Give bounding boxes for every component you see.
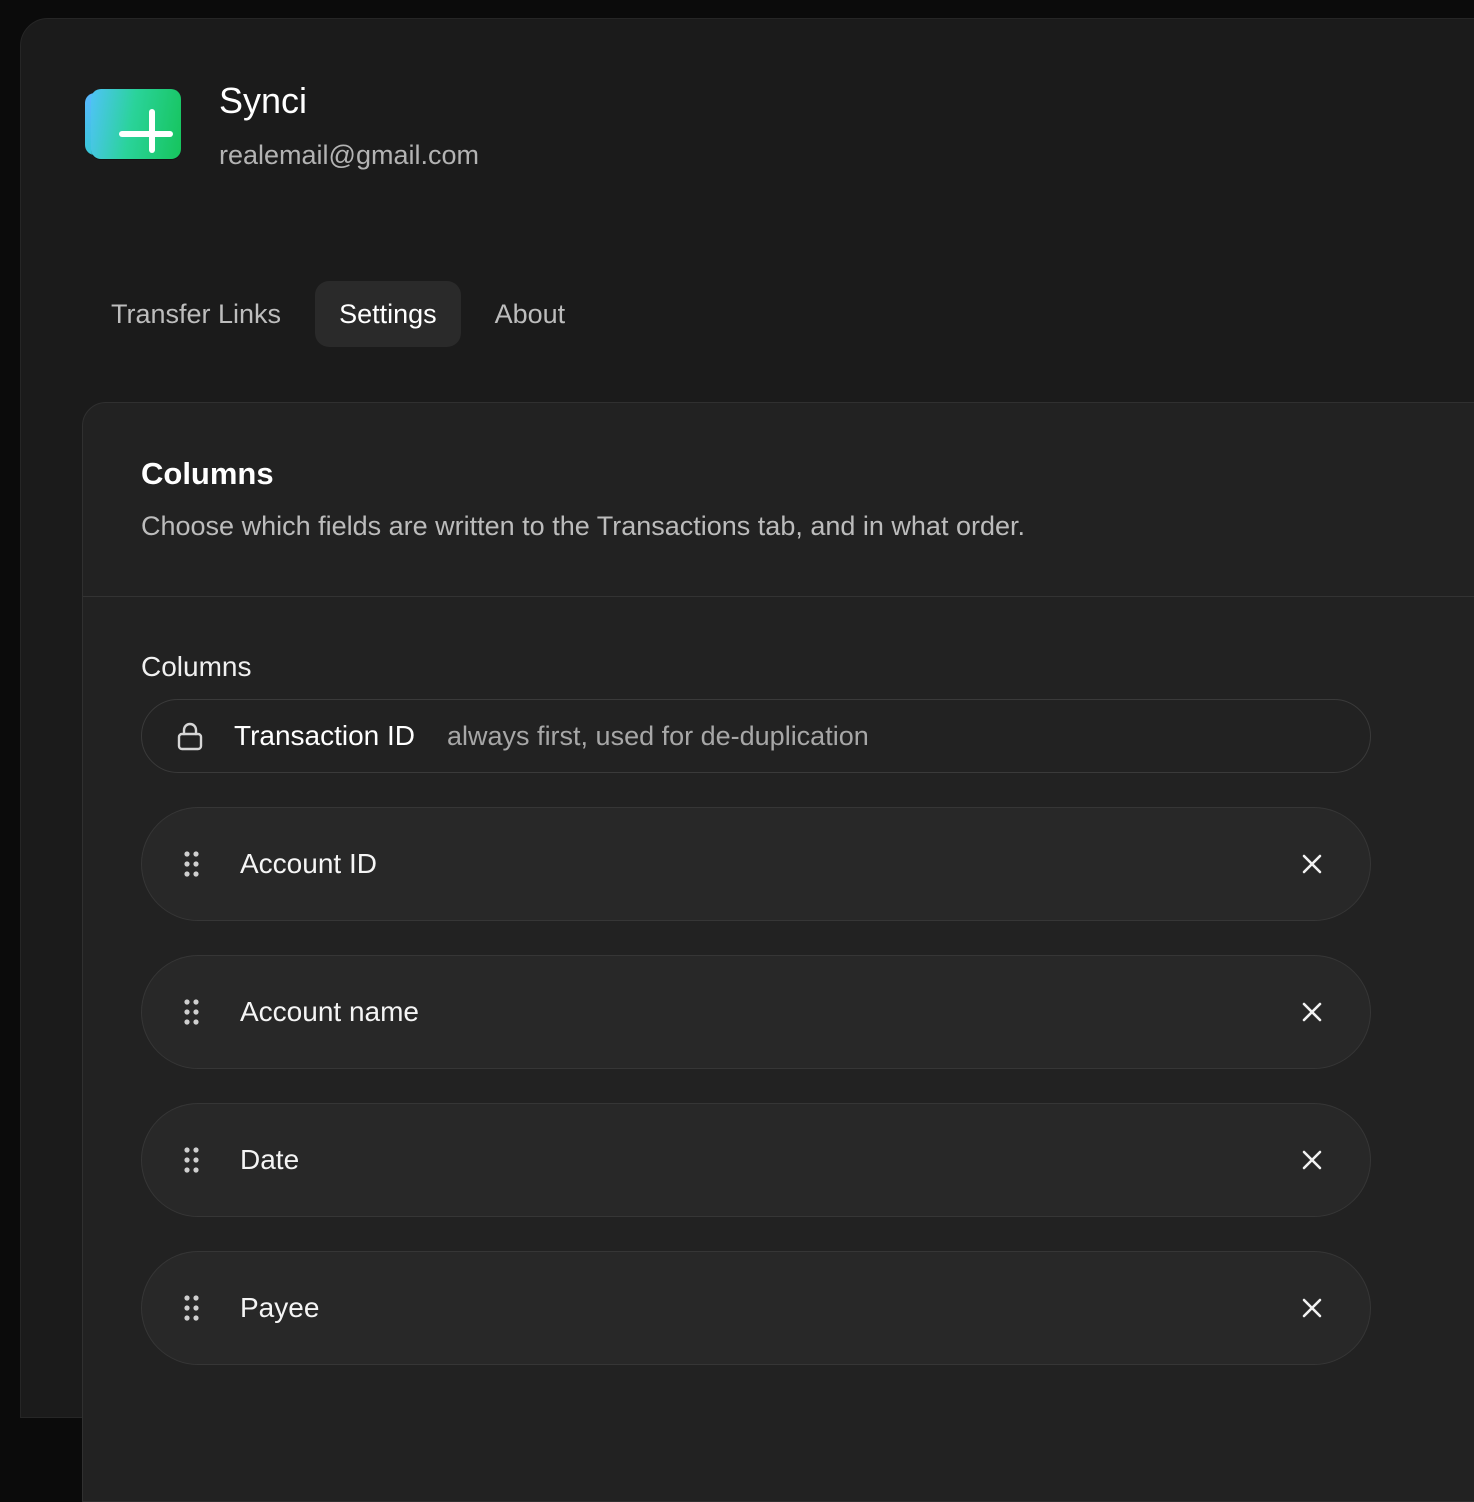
remove-column-button[interactable] — [1296, 996, 1328, 1028]
close-icon — [1302, 1002, 1322, 1022]
remove-column-button[interactable] — [1296, 848, 1328, 880]
close-icon — [1302, 854, 1322, 874]
app-header: Synci realemail@gmail.com — [85, 81, 479, 171]
remove-column-button[interactable] — [1296, 1144, 1328, 1176]
close-icon — [1302, 1150, 1322, 1170]
locked-column-note: always first, used for de-duplication — [447, 720, 869, 751]
locked-column-label: Transaction ID — [234, 720, 416, 751]
close-icon — [1302, 1298, 1322, 1318]
columns-section-label: Columns — [141, 651, 252, 682]
column-row-payee[interactable]: Payee — [141, 1251, 1371, 1365]
drag-handle-icon[interactable] — [182, 1294, 202, 1322]
app-meta: Synci realemail@gmail.com — [219, 81, 479, 171]
panel-title: Columns — [141, 456, 274, 491]
card-plus-logo-icon — [85, 89, 183, 161]
column-row-account-id[interactable]: Account ID — [141, 807, 1371, 921]
column-label: Account name — [240, 996, 419, 1027]
column-row-date[interactable]: Date — [141, 1103, 1371, 1217]
panel-header: Columns Choose which fields are written … — [83, 403, 1474, 597]
drag-handle-icon[interactable] — [182, 998, 202, 1026]
tab-settings[interactable]: Settings — [315, 281, 461, 347]
panel-description: Choose which fields are written to the T… — [141, 511, 1025, 541]
tab-about[interactable]: About — [471, 281, 590, 347]
columns-settings-panel: Columns Choose which fields are written … — [82, 402, 1474, 1502]
app-name: Synci — [219, 80, 308, 121]
account-email: realemail@gmail.com — [219, 140, 479, 170]
column-label: Date — [240, 1144, 300, 1175]
drag-handle-icon[interactable] — [182, 850, 202, 878]
lock-icon — [176, 721, 204, 751]
column-label: Account ID — [240, 848, 377, 879]
tab-bar: Transfer Links Settings About — [87, 281, 589, 347]
remove-column-button[interactable] — [1296, 1292, 1328, 1324]
tab-transfer-links[interactable]: Transfer Links — [87, 281, 305, 347]
column-label: Payee — [240, 1292, 320, 1323]
column-row-account-name[interactable]: Account name — [141, 955, 1371, 1069]
app-window: Synci realemail@gmail.com Transfer Links… — [20, 18, 1474, 1502]
locked-column-transaction-id: Transaction ID always first, used for de… — [141, 699, 1371, 773]
drag-handle-icon[interactable] — [182, 1146, 202, 1174]
